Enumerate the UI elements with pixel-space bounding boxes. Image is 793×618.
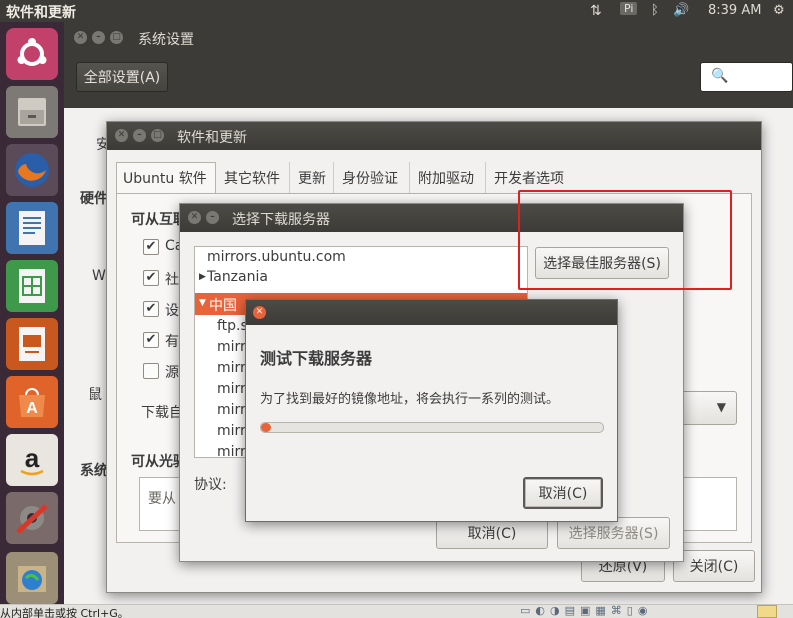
tab-additional-drivers[interactable]: 附加驱动 [412, 162, 486, 193]
protocol-label: 协议: [194, 477, 227, 493]
download-from-label: 下载自 [141, 405, 183, 421]
checkbox-label-2: 设 [165, 303, 179, 319]
minimize-icon[interactable]: – [133, 129, 146, 142]
firefox-icon[interactable] [6, 144, 58, 196]
checkbox-3[interactable]: ✔ [143, 332, 159, 348]
software-updates-titlebar: ✕ – □ 软件和更新 [107, 122, 761, 150]
clock[interactable]: 8:39 AM [708, 3, 761, 18]
highlight-box [518, 190, 732, 290]
launcher: A a [0, 22, 64, 604]
bottom-status-bar: 从内部单击或按 Ctrl+G。 ▭◐◑▤▣▦⌘▯◉ [0, 604, 793, 618]
tab-developer-options[interactable]: 开发者选项 [488, 162, 576, 193]
checkbox-2[interactable]: ✔ [143, 301, 159, 317]
top-panel: 软件和更新 ⇅ Pi ᛒ 🔊 8:39 AM ⚙ [0, 0, 793, 22]
minimize-icon[interactable]: – [92, 31, 105, 44]
chevron-down-icon: ▼ [199, 298, 206, 308]
checkbox-4[interactable] [143, 363, 159, 379]
close-icon[interactable]: ✕ [188, 211, 201, 224]
all-settings-button[interactable]: 全部设置(A) [76, 62, 168, 92]
checkbox-0[interactable]: ✔ [143, 239, 159, 255]
gear-icon[interactable]: ⚙ [773, 3, 785, 18]
amazon-icon[interactable]: a [6, 434, 58, 486]
dash-home-icon[interactable] [6, 28, 58, 80]
impress-icon[interactable] [6, 318, 58, 370]
progress-bar [260, 422, 604, 433]
cdrom-placeholder: 要从 [148, 491, 176, 507]
close-icon[interactable]: ✕ [115, 129, 128, 142]
tab-ubuntu-software[interactable]: Ubuntu 软件 [116, 162, 216, 193]
side-label-1: 硬件 [80, 191, 108, 207]
note-icon[interactable] [757, 605, 777, 618]
maximize-icon[interactable]: □ [110, 31, 123, 44]
software-updates-title: 软件和更新 [177, 130, 247, 146]
test-server-titlebar: ✕ [246, 300, 617, 325]
keyboard-indicator[interactable]: Pi [620, 2, 638, 15]
tray-icons[interactable]: ▭◐◑▤▣▦⌘▯◉ [520, 604, 652, 617]
side-label-4: 系统 [80, 463, 108, 479]
list-item[interactable]: mirrors.ubuntu.com [207, 249, 527, 269]
test-server-dialog: ✕ 测试下载服务器 为了找到最好的镜像地址，将会执行一系列的测试。 取消(C) [245, 299, 618, 522]
tab-updates[interactable]: 更新 [292, 162, 334, 193]
list-item-tanzania[interactable]: ▶ Tanzania [195, 269, 527, 289]
bluetooth-icon[interactable]: ᛒ [651, 3, 659, 18]
software-center-icon[interactable]: A [6, 376, 58, 428]
status-text: 从内部单击或按 Ctrl+G。 [0, 607, 129, 618]
progress-fill [261, 423, 272, 432]
close-icon[interactable]: ✕ [253, 306, 266, 319]
system-settings-title: 系统设置 [138, 32, 194, 48]
checkbox-label-4: 源 [165, 365, 179, 381]
svg-text:A: A [26, 400, 38, 417]
volume-icon[interactable]: 🔊 [673, 3, 689, 18]
test-server-heading: 测试下载服务器 [260, 349, 373, 368]
tab-authentication[interactable]: 身份验证 [336, 162, 410, 193]
writer-icon[interactable] [6, 202, 58, 254]
minimize-icon[interactable]: – [206, 211, 219, 224]
system-settings-toolbar: 全部设置(A) 🔍 [64, 54, 793, 108]
svg-text:a: a [25, 443, 40, 473]
software-updates-icon[interactable] [6, 552, 58, 604]
maximize-icon[interactable]: □ [151, 129, 164, 142]
tab-bar: Ubuntu 软件 其它软件 更新 身份验证 附加驱动 开发者选项 [116, 162, 576, 194]
checkbox-1[interactable]: ✔ [143, 270, 159, 286]
chevron-right-icon: ▶ [199, 272, 206, 282]
search-input[interactable]: 🔍 [700, 62, 793, 92]
system-settings-titlebar: ✕ – □ 系统设置 [64, 22, 793, 54]
calc-icon[interactable] [6, 260, 58, 312]
app-title: 软件和更新 [6, 5, 76, 21]
side-label-3: 鼠 [88, 387, 102, 403]
files-icon[interactable] [6, 86, 58, 138]
tab-other-software[interactable]: 其它软件 [218, 162, 290, 193]
test-server-message: 为了找到最好的镜像地址，将会执行一系列的测试。 [260, 392, 560, 407]
choose-server-title: 选择下载服务器 [232, 212, 330, 228]
checkbox-label-3: 有 [165, 334, 179, 350]
transfer-arrows-icon[interactable]: ⇅ [590, 3, 602, 19]
side-label-2: W [92, 268, 106, 284]
test-server-body: 测试下载服务器 为了找到最好的镜像地址，将会执行一系列的测试。 取消(C) [246, 325, 617, 521]
country-label: 中国 [209, 298, 237, 314]
close-icon[interactable]: ✕ [74, 31, 87, 44]
chevron-down-icon: ▼ [716, 400, 726, 414]
checkbox-label-1: 社 [165, 272, 179, 288]
country-label: Tanzania [207, 269, 268, 285]
system-settings-icon[interactable] [6, 492, 58, 544]
search-icon: 🔍 [711, 68, 729, 84]
close-button[interactable]: 关闭(C) [673, 550, 755, 582]
cancel-test-button[interactable]: 取消(C) [523, 477, 603, 509]
